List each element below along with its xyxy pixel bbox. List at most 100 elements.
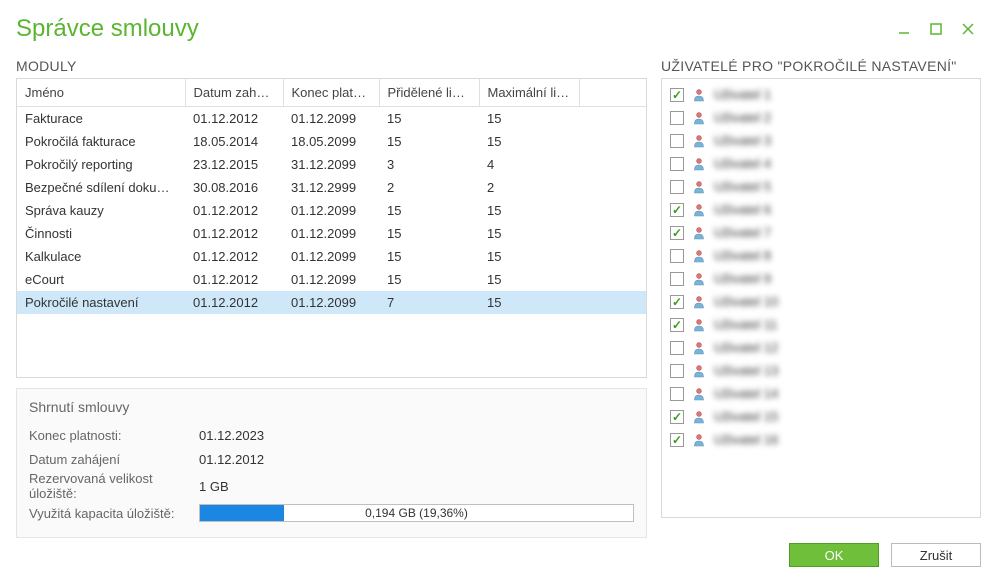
summary-title: Shrnutí smlouvy	[29, 399, 634, 415]
user-row[interactable]: Uživatel 3	[668, 129, 974, 152]
table-row[interactable]: eCourt01.12.201201.12.20991515	[17, 268, 646, 291]
cell-assigned: 3	[379, 153, 479, 176]
user-checkbox[interactable]	[670, 387, 684, 401]
table-row[interactable]: Pokročilý reporting23.12.201531.12.20993…	[17, 153, 646, 176]
cancel-button[interactable]: Zrušit	[891, 543, 981, 567]
cell-spacer	[579, 268, 646, 291]
cell-assigned: 15	[379, 245, 479, 268]
user-row[interactable]: Uživatel 2	[668, 106, 974, 129]
user-row[interactable]: Uživatel 4	[668, 152, 974, 175]
cell-spacer	[579, 107, 646, 131]
cell-spacer	[579, 291, 646, 314]
table-row[interactable]: Správa kauzy01.12.201201.12.20991515	[17, 199, 646, 222]
user-checkbox[interactable]	[670, 364, 684, 378]
ok-button[interactable]: OK	[789, 543, 879, 567]
user-checkbox[interactable]	[670, 410, 684, 424]
user-row[interactable]: Uživatel 16	[668, 428, 974, 451]
col-end[interactable]: Konec platnosti	[283, 79, 379, 107]
user-row[interactable]: Uživatel 14	[668, 382, 974, 405]
cell-end: 18.05.2099	[283, 130, 379, 153]
user-checkbox[interactable]	[670, 203, 684, 217]
cell-max: 15	[479, 130, 579, 153]
table-row[interactable]: Pokročilé nastavení01.12.201201.12.20997…	[17, 291, 646, 314]
cell-start: 01.12.2012	[185, 222, 283, 245]
cell-start: 01.12.2012	[185, 291, 283, 314]
user-checkbox[interactable]	[670, 226, 684, 240]
col-max[interactable]: Maximální licence	[479, 79, 579, 107]
table-row[interactable]: Činnosti01.12.201201.12.20991515	[17, 222, 646, 245]
cell-spacer	[579, 199, 646, 222]
user-name: Uživatel 8	[714, 248, 771, 263]
user-row[interactable]: Uživatel 15	[668, 405, 974, 428]
modules-table[interactable]: Jméno Datum zahájení Konec platnosti Při…	[17, 79, 646, 314]
person-icon	[692, 295, 706, 309]
cell-end: 01.12.2099	[283, 268, 379, 291]
person-icon	[692, 203, 706, 217]
user-checkbox[interactable]	[670, 111, 684, 125]
col-start[interactable]: Datum zahájení	[185, 79, 283, 107]
user-checkbox[interactable]	[670, 134, 684, 148]
cell-name: eCourt	[17, 268, 185, 291]
user-checkbox[interactable]	[670, 341, 684, 355]
person-icon	[692, 433, 706, 447]
user-checkbox[interactable]	[670, 157, 684, 171]
user-row[interactable]: Uživatel 8	[668, 244, 974, 267]
user-checkbox[interactable]	[670, 295, 684, 309]
col-assigned[interactable]: Přidělené licence	[379, 79, 479, 107]
titlebar: Správce smlouvy	[16, 12, 981, 46]
user-row[interactable]: Uživatel 9	[668, 267, 974, 290]
window-controls	[897, 22, 981, 36]
cell-assigned: 15	[379, 130, 479, 153]
table-row[interactable]: Kalkulace01.12.201201.12.20991515	[17, 245, 646, 268]
user-checkbox[interactable]	[670, 88, 684, 102]
cell-name: Pokročilé nastavení	[17, 291, 185, 314]
user-row[interactable]: Uživatel 7	[668, 221, 974, 244]
cell-start: 18.05.2014	[185, 130, 283, 153]
table-row[interactable]: Bezpečné sdílení dokumentů30.08.201631.1…	[17, 176, 646, 199]
cell-end: 31.12.2999	[283, 176, 379, 199]
person-icon	[692, 111, 706, 125]
user-name: Uživatel 7	[714, 225, 771, 240]
user-row[interactable]: Uživatel 1	[668, 83, 974, 106]
user-row[interactable]: Uživatel 11	[668, 313, 974, 336]
table-row[interactable]: Pokročilá fakturace18.05.201418.05.20991…	[17, 130, 646, 153]
user-checkbox[interactable]	[670, 180, 684, 194]
user-row[interactable]: Uživatel 10	[668, 290, 974, 313]
summary-end-label: Konec platnosti:	[29, 428, 199, 443]
maximize-button[interactable]	[929, 22, 943, 36]
close-button[interactable]	[961, 22, 975, 36]
summary-used-label: Využitá kapacita úložiště:	[29, 506, 199, 521]
user-row[interactable]: Uživatel 5	[668, 175, 974, 198]
cell-end: 31.12.2099	[283, 153, 379, 176]
user-row[interactable]: Uživatel 13	[668, 359, 974, 382]
user-checkbox[interactable]	[670, 249, 684, 263]
summary-panel: Shrnutí smlouvy Konec platnosti: 01.12.2…	[16, 388, 647, 538]
user-name: Uživatel 4	[714, 156, 771, 171]
minimize-button[interactable]	[897, 22, 911, 36]
table-row[interactable]: Fakturace01.12.201201.12.20991515	[17, 107, 646, 131]
cell-assigned: 15	[379, 107, 479, 131]
summary-reserved-value: 1 GB	[199, 479, 229, 494]
storage-progress-text: 0,194 GB (19,36%)	[200, 505, 633, 521]
users-panel: Uživatel 1Uživatel 2Uživatel 3 Uživatel 4…	[661, 78, 981, 518]
cell-spacer	[579, 222, 646, 245]
user-name: Uživatel 14	[714, 386, 778, 401]
cell-max: 15	[479, 107, 579, 131]
user-checkbox[interactable]	[670, 433, 684, 447]
col-name[interactable]: Jméno	[17, 79, 185, 107]
cell-max: 15	[479, 291, 579, 314]
user-row[interactable]: Uživatel 6	[668, 198, 974, 221]
cell-name: Správa kauzy	[17, 199, 185, 222]
user-checkbox[interactable]	[670, 318, 684, 332]
cell-spacer	[579, 176, 646, 199]
cell-start: 01.12.2012	[185, 199, 283, 222]
cell-start: 01.12.2012	[185, 268, 283, 291]
col-spacer	[579, 79, 646, 107]
cell-max: 15	[479, 199, 579, 222]
person-icon	[692, 134, 706, 148]
user-checkbox[interactable]	[670, 272, 684, 286]
person-icon	[692, 249, 706, 263]
cell-assigned: 15	[379, 222, 479, 245]
user-row[interactable]: Uživatel 12	[668, 336, 974, 359]
summary-start-label: Datum zahájení	[29, 452, 199, 467]
